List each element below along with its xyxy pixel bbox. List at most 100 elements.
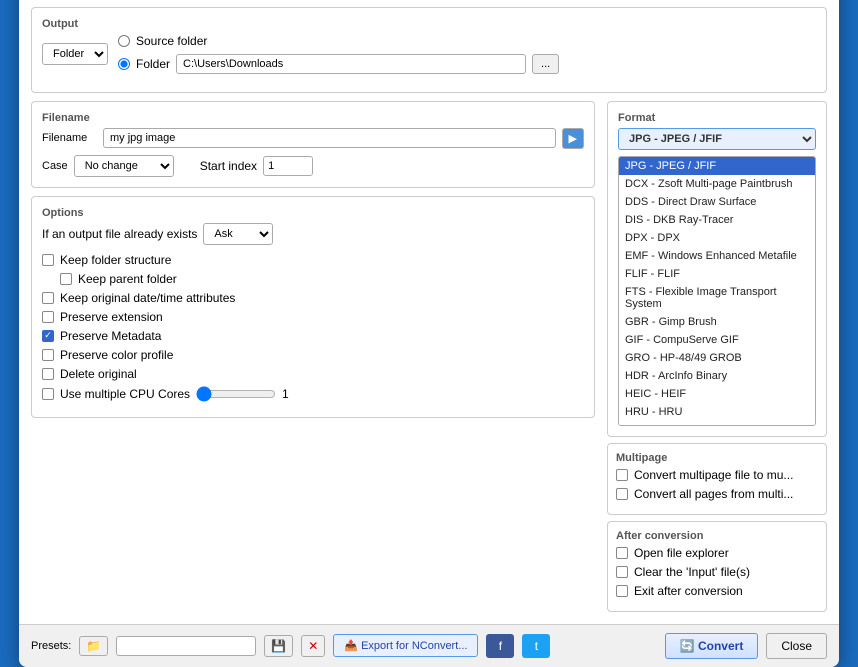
convert-label: Convert [698, 639, 743, 653]
case-label: Case [42, 160, 68, 172]
clear-input-label: Clear the 'Input' file(s) [634, 565, 750, 579]
format-item-10[interactable]: GRO - HP-48/49 GROB [619, 349, 815, 367]
presets-input[interactable] [116, 636, 256, 656]
output-radio-group: Source folder Folder ... [118, 34, 559, 74]
filename-label: Filename [42, 132, 97, 144]
preserve-metadata-row: ✓ Preserve Metadata [42, 329, 584, 343]
format-item-7[interactable]: FTS - Flexible Image Transport System [619, 283, 815, 313]
keep-datetime-row: Keep original date/time attributes [42, 291, 584, 305]
exit-after-row: Exit after conversion [616, 584, 818, 598]
bottom-bar: Presets: 📁 💾 ✕ 📤 Export for NConvert... … [19, 624, 839, 667]
convert-all-pages-checkbox[interactable] [616, 488, 628, 500]
browse-button[interactable]: ... [532, 54, 559, 74]
convert-button[interactable]: 🔄 Convert [665, 633, 759, 659]
after-label: After conversion [616, 530, 818, 542]
keep-folder-row: Keep folder structure [42, 253, 584, 267]
after-conversion-section: After conversion Open file explorer Clea… [607, 521, 827, 612]
presets-save-button[interactable]: 💾 [264, 635, 293, 657]
folder-radio[interactable] [118, 58, 130, 70]
main-content: Output Folder Source folder Folder [19, 0, 839, 624]
multiple-cores-checkbox[interactable] [42, 388, 54, 400]
folder-radio-item: Folder ... [118, 54, 559, 74]
filename-row: Filename ▶ [42, 128, 584, 149]
format-selected-row: JPG - JPEG / JFIF [618, 128, 816, 150]
exit-after-checkbox[interactable] [616, 585, 628, 597]
preserve-metadata-checkbox[interactable]: ✓ [42, 330, 54, 342]
preserve-extension-checkbox[interactable] [42, 311, 54, 323]
filename-add-button[interactable]: ▶ [562, 128, 584, 149]
keep-folder-label: Keep folder structure [60, 253, 171, 267]
keep-parent-label: Keep parent folder [78, 272, 177, 286]
format-item-12[interactable]: HEIC - HEIF [619, 385, 815, 403]
options-label: Options [42, 207, 584, 219]
right-column: Format JPG - JPEG / JFIF JPG - JPEG / JF… [607, 101, 827, 612]
format-item-11[interactable]: HDR - ArcInfo Binary [619, 367, 815, 385]
presets-delete-button[interactable]: ✕ [301, 635, 325, 657]
folder-path-input[interactable] [176, 54, 526, 74]
filename-section: Filename Filename ▶ Case No change Lower… [31, 101, 595, 188]
output-label: Output [42, 18, 816, 30]
cores-slider[interactable] [196, 386, 276, 402]
source-folder-label: Source folder [136, 34, 207, 48]
open-explorer-label: Open file explorer [634, 546, 729, 560]
multipage-label: Multipage [616, 452, 818, 464]
preserve-extension-row: Preserve extension [42, 310, 584, 324]
convert-all-pages-label: Convert all pages from multi... [634, 487, 793, 501]
format-item-13[interactable]: HRU - HRU [619, 403, 815, 421]
preserve-color-row: Preserve color profile [42, 348, 584, 362]
format-item-0[interactable]: JPG - JPEG / JFIF [619, 157, 815, 175]
case-dropdown[interactable]: No change Lowercase Uppercase [74, 155, 174, 177]
format-item-5[interactable]: EMF - Windows Enhanced Metafile [619, 247, 815, 265]
format-item-1[interactable]: DCX - Zsoft Multi-page Paintbrush [619, 175, 815, 193]
format-item-9[interactable]: GIF - CompuServe GIF [619, 331, 815, 349]
delete-original-checkbox[interactable] [42, 368, 54, 380]
export-button[interactable]: 📤 Export for NConvert... [333, 634, 478, 657]
filename-input[interactable] [103, 128, 556, 148]
delete-original-row: Delete original [42, 367, 584, 381]
output-section: Output Folder Source folder Folder [31, 7, 827, 93]
filename-section-label: Filename [42, 112, 584, 124]
format-item-8[interactable]: GBR - Gimp Brush [619, 313, 815, 331]
main-window: 🐾 XnConvert ─ □ ✕ Input: 1 file(s) Actio… [19, 0, 839, 667]
close-bottom-button[interactable]: Close [766, 633, 827, 659]
two-col-layout: Filename Filename ▶ Case No change Lower… [31, 101, 827, 612]
preserve-color-checkbox[interactable] [42, 349, 54, 361]
if-exists-dropdown[interactable]: Ask Skip Overwrite Rename [203, 223, 273, 245]
start-index-input[interactable] [263, 156, 313, 176]
keep-folder-checkbox[interactable] [42, 254, 54, 266]
convert-multipage-checkbox[interactable] [616, 469, 628, 481]
keep-parent-row: Keep parent folder [60, 272, 584, 286]
left-column: Filename Filename ▶ Case No change Lower… [31, 101, 595, 612]
exit-after-label: Exit after conversion [634, 584, 743, 598]
clear-input-checkbox[interactable] [616, 566, 628, 578]
case-row: Case No change Lowercase Uppercase Start… [42, 155, 584, 177]
format-item-6[interactable]: FLIF - FLIF [619, 265, 815, 283]
folder-type-dropdown[interactable]: Folder [42, 43, 108, 65]
format-item-2[interactable]: DDS - Direct Draw Surface [619, 193, 815, 211]
format-list[interactable]: JPG - JPEG / JFIF DCX - Zsoft Multi-page… [618, 156, 816, 426]
format-item-14[interactable]: ICO - Windows Icon [619, 421, 815, 426]
presets-folder-button[interactable]: 📁 [79, 636, 108, 656]
convert-multipage-row: Convert multipage file to mu... [616, 468, 818, 482]
options-section: Options If an output file already exists… [31, 196, 595, 418]
multipage-section: Multipage Convert multipage file to mu..… [607, 443, 827, 515]
format-item-3[interactable]: DIS - DKB Ray-Tracer [619, 211, 815, 229]
convert-icon: 🔄 [680, 639, 695, 653]
twitter-button[interactable]: t [522, 634, 550, 658]
facebook-button[interactable]: f [486, 634, 514, 658]
folder-type-select: Folder [42, 43, 108, 65]
convert-multipage-label: Convert multipage file to mu... [634, 468, 793, 482]
keep-parent-checkbox[interactable] [60, 273, 72, 285]
open-explorer-checkbox[interactable] [616, 547, 628, 559]
source-folder-radio[interactable] [118, 35, 130, 47]
preserve-color-label: Preserve color profile [60, 348, 173, 362]
facebook-icon: f [499, 639, 502, 653]
output-type-row: Folder Source folder Folder ... [42, 34, 816, 74]
source-folder-radio-item: Source folder [118, 34, 559, 48]
multiple-cores-label: Use multiple CPU Cores [60, 387, 190, 401]
twitter-icon: t [535, 639, 538, 653]
keep-datetime-checkbox[interactable] [42, 292, 54, 304]
format-item-4[interactable]: DPX - DPX [619, 229, 815, 247]
multiple-cores-row: Use multiple CPU Cores 1 [42, 386, 584, 402]
format-dropdown[interactable]: JPG - JPEG / JFIF [618, 128, 816, 150]
